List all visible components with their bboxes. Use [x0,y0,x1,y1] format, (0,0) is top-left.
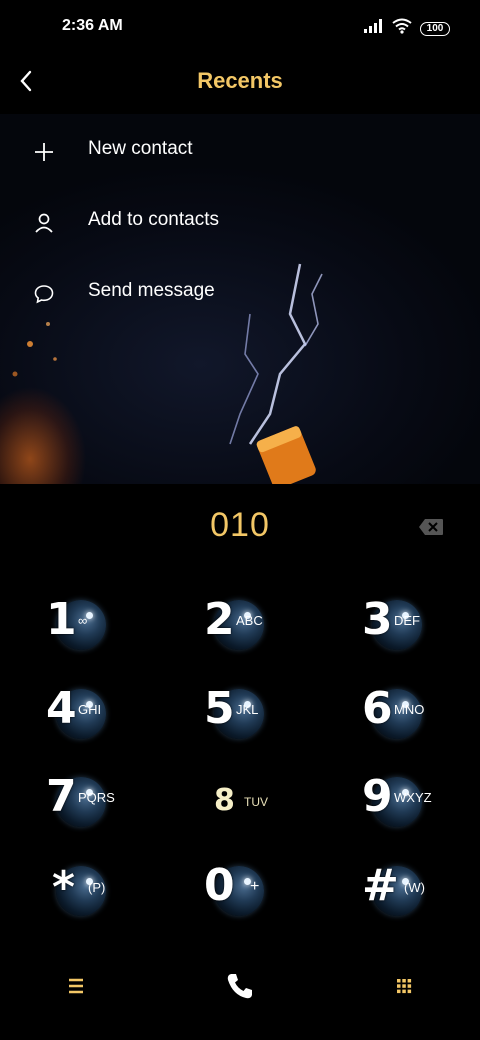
keypad-icon [397,979,412,994]
menu-item-add-to-contacts[interactable]: Add to contacts [0,195,480,251]
dialed-number[interactable]: 010 [0,506,480,545]
key-3[interactable]: 3 DEF [346,594,456,658]
key-digit: 8 [214,783,235,818]
backspace-button[interactable] [418,518,444,536]
keypad-toggle-button[interactable] [386,968,422,1004]
key-digit: 9 [362,771,393,822]
bottom-bar [0,958,480,1014]
key-6[interactable]: 6 MNO [346,683,456,747]
key-letters: DEF [394,613,420,628]
call-button[interactable] [222,968,258,1004]
header: Recents [0,56,480,110]
menu-label: Add to contacts [88,209,219,230]
key-digit: 3 [362,594,393,645]
person-icon [32,211,56,235]
key-digit: 4 [46,683,77,734]
status-icons: 100 [364,18,450,39]
key-digit: # [362,860,399,911]
menu-item-new-contact[interactable]: New contact [0,124,480,180]
key-letters: (W) [404,880,425,895]
key-digit: 1 [46,594,77,645]
key-1[interactable]: 1 ∞ [30,594,140,658]
status-time: 2:36 AM [62,17,123,34]
backspace-icon [419,519,443,535]
battery-icon: 100 [420,21,450,36]
key-star[interactable]: * (P) [30,860,140,924]
page-title: Recents [197,68,283,93]
key-letters: TUV [244,795,268,809]
key-letters: WXYZ [394,790,432,805]
key-5[interactable]: 5 JKL [188,683,298,747]
key-letters: JKL [236,702,259,717]
key-9[interactable]: 9 WXYZ [346,771,456,835]
key-8[interactable]: 8 TUV [188,771,298,835]
signal-icon [364,19,384,38]
status-bar: 2:36 AM 100 [0,0,480,56]
menu-item-send-message[interactable]: Send message [0,266,480,322]
key-letters: PQRS [78,790,115,805]
key-letters: ∞ [78,613,88,628]
menu-icon [69,978,83,994]
key-digit: 5 [204,683,235,734]
phone-icon [227,974,252,999]
key-letters: + [250,878,260,895]
key-7[interactable]: 7 PQRS [30,771,140,835]
message-bubble-icon [32,282,56,306]
key-digit: 2 [204,594,235,645]
key-letters: MNO [394,702,425,717]
key-letters: GHI [78,702,102,717]
menu-button[interactable] [58,968,94,1004]
key-digit: 7 [46,771,77,822]
plus-icon [32,140,56,164]
key-letters: (P) [88,880,106,895]
key-4[interactable]: 4 GHI [30,683,140,747]
wifi-icon [392,18,412,39]
key-digit: * [52,862,76,913]
key-0[interactable]: 0 + [188,860,298,924]
menu-label: New contact [88,138,193,159]
key-letters: ABC [236,613,263,628]
key-digit: 6 [362,683,393,734]
key-2[interactable]: 2 ABC [188,594,298,658]
key-digit: 0 [204,860,235,911]
key-hash[interactable]: # (W) [346,860,456,924]
menu-label: Send message [88,280,215,301]
